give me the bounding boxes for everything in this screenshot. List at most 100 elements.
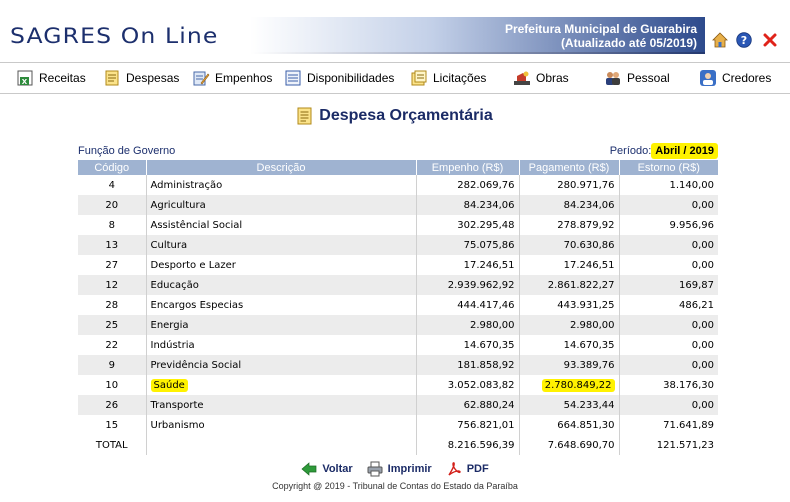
despesas-icon xyxy=(105,70,119,86)
cell-descricao: Cultura xyxy=(146,235,417,255)
action-bar: Voltar Imprimir PDF xyxy=(0,459,790,479)
header-title: Prefeitura Municipal de Guarabira (Atual… xyxy=(505,22,697,50)
licitacoes-icon xyxy=(411,70,427,86)
cell-codigo: 8 xyxy=(78,215,147,235)
cell-descricao: Assistêncial Social xyxy=(146,215,417,235)
copyright: Copyright @ 2019 - Tribunal de Contas do… xyxy=(272,481,518,491)
obras-icon xyxy=(514,71,530,85)
cell-codigo: 20 xyxy=(78,195,147,215)
pdf-button[interactable]: PDF xyxy=(446,461,489,477)
cell-pagamento: 14.670,35 xyxy=(519,335,620,355)
cell-estorno: 0,00 xyxy=(691,339,714,351)
periodo-value: Abril / 2019 xyxy=(651,143,718,159)
cell-pagamento: 443.931,25 xyxy=(519,295,620,315)
pdf-label: PDF xyxy=(466,463,489,475)
cell-estorno: 0,00 xyxy=(619,315,718,335)
cell-empenho: 756.821,01 xyxy=(416,415,520,435)
table-row[interactable]: 9 Previdência Social 181.858,92 93.389,7… xyxy=(78,355,718,375)
help-icon[interactable]: ? xyxy=(736,32,752,48)
cell-descricao: Previdência Social xyxy=(146,355,417,375)
table-row[interactable]: 8 Assistêncial Social 302.295,48 278.879… xyxy=(78,215,718,235)
document-icon xyxy=(297,107,312,125)
cell-estorno: 486,21 xyxy=(679,299,714,311)
main-nav: X Receitas Despesas Empenhos Disponibili… xyxy=(0,62,790,94)
table-row[interactable]: 13 Cultura 75.075,86 70.630,86 0,00 xyxy=(78,235,718,255)
cell-codigo: 9 xyxy=(78,355,147,375)
empenhos-icon xyxy=(193,71,210,86)
total-spacer xyxy=(146,435,417,455)
cell-codigo: 27 xyxy=(78,255,147,275)
table-row[interactable]: 27 Desporto e Lazer 17.246,51 17.246,51 … xyxy=(78,255,718,275)
nav-label: Disponibilidades xyxy=(307,71,395,85)
cell-pagamento: 93.389,76 xyxy=(519,355,620,375)
cell-empenho: 84.234,06 xyxy=(416,195,520,215)
cell-empenho: 62.880,24 xyxy=(416,395,520,415)
cell-descricao: Saúde xyxy=(146,375,417,395)
nav-label: Empenhos xyxy=(215,71,273,85)
close-icon[interactable] xyxy=(762,32,778,48)
cell-pagamento: 17.246,51 xyxy=(519,255,620,275)
table-row[interactable]: 15 Urbanismo 756.821,01 664.851,30 71.64… xyxy=(78,415,718,435)
cell-estorno: 38.176,30 xyxy=(663,379,714,391)
cell-pagamento: 664.851,30 xyxy=(519,415,620,435)
cell-estorno: 71.641,89 xyxy=(663,419,714,431)
table-row[interactable]: 20 Agricultura 84.234,06 84.234,06 0,00 xyxy=(78,195,718,215)
table-row[interactable]: 28 Encargos Especias 444.417,46 443.931,… xyxy=(78,295,718,315)
total-empenho: 8.216.596,39 xyxy=(416,435,520,455)
imprimir-button[interactable]: Imprimir xyxy=(367,461,432,477)
nav-label: Obras xyxy=(536,71,569,85)
page-title-text: Despesa Orçamentária xyxy=(319,107,493,124)
cell-empenho: 17.246,51 xyxy=(416,255,520,275)
printer-icon xyxy=(367,461,383,477)
nav-label: Credores xyxy=(722,71,772,85)
cell-pagamento: 84.234,06 xyxy=(519,195,620,215)
col-descricao: Descrição xyxy=(146,160,417,175)
cell-empenho: 75.075,86 xyxy=(416,235,520,255)
nav-empenhos[interactable]: Empenhos xyxy=(192,68,272,88)
table-header-row: Código Descrição Empenho (R$) Pagamento … xyxy=(78,160,718,175)
total-row: TOTAL 8.216.596,39 7.648.690,70 121.571,… xyxy=(78,435,718,455)
header: SAGRES On Line Prefeitura Municipal de G… xyxy=(0,0,790,62)
table-row[interactable]: 25 Energia 2.980,00 2.980,00 0,00 xyxy=(78,315,718,335)
cell-empenho: 14.670,35 xyxy=(416,335,520,355)
nav-disponibilidades[interactable]: Disponibilidades xyxy=(284,68,394,88)
cell-codigo: 15 xyxy=(78,415,147,435)
imprimir-label: Imprimir xyxy=(387,463,432,475)
funcao-label: Função de Governo xyxy=(78,145,176,157)
cell-descricao: Agricultura xyxy=(146,195,417,215)
pdf-icon xyxy=(448,462,461,476)
cell-codigo: 22 xyxy=(78,335,147,355)
nav-licitacoes[interactable]: Licitações xyxy=(410,68,486,88)
home-icon[interactable] xyxy=(712,32,728,48)
nav-label: Receitas xyxy=(39,71,86,85)
table-row[interactable]: 10 Saúde 3.052.083,82 2.780.849,22 38.17… xyxy=(78,375,718,395)
col-empenho: Empenho (R$) xyxy=(416,160,520,175)
nav-despesas[interactable]: Despesas xyxy=(103,68,179,88)
table-row[interactable]: 4 Administração 282.069,76 280.971,76 1.… xyxy=(78,175,718,195)
cell-descricao: Administração xyxy=(146,175,417,195)
cell-estorno: 169,87 xyxy=(619,275,718,295)
col-estorno: Estorno (R$) xyxy=(619,160,718,175)
nav-credores[interactable]: Credores xyxy=(699,68,771,88)
cell-empenho: 181.858,92 xyxy=(416,355,520,375)
nav-obras[interactable]: Obras xyxy=(513,68,569,88)
table-row[interactable]: 26 Transporte 62.880,24 54.233,44 0,00 xyxy=(78,395,718,415)
voltar-button[interactable]: Voltar xyxy=(301,461,353,477)
cell-empenho: 282.069,76 xyxy=(416,175,520,195)
col-codigo: Código xyxy=(78,160,147,175)
nav-receitas[interactable]: X Receitas xyxy=(16,68,86,88)
table-row[interactable]: 12 Educação 2.939.962,92 2.861.822,27 16… xyxy=(78,275,718,295)
cell-estorno: 0,00 xyxy=(619,355,718,375)
cell-descricao: Energia xyxy=(146,315,417,335)
total-label: TOTAL xyxy=(78,435,147,455)
cell-empenho: 2.939.962,92 xyxy=(416,275,520,295)
total-pagamento: 7.648.690,70 xyxy=(519,435,620,455)
table-row[interactable]: 22 Indústria 14.670,35 14.670,35 0,00 xyxy=(78,335,718,355)
cell-pagamento: 280.971,76 xyxy=(519,175,620,195)
highlight-saude: Saúde xyxy=(150,378,188,392)
cell-empenho: 302.295,48 xyxy=(416,215,520,235)
cell-codigo: 25 xyxy=(78,315,147,335)
updated-date: (Atualizado até 05/2019) xyxy=(560,36,697,50)
nav-pessoal[interactable]: Pessoal xyxy=(604,68,670,88)
credores-icon xyxy=(700,70,716,86)
